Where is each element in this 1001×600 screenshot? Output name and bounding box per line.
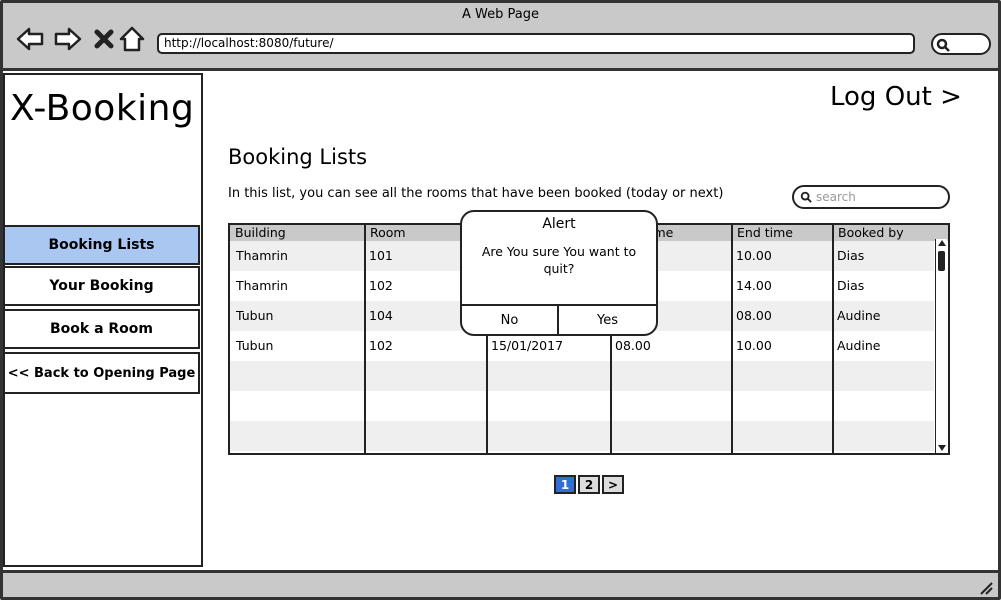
cell-room: 101 xyxy=(369,248,393,263)
cell-room: 102 xyxy=(369,278,393,293)
search-placeholder: search xyxy=(816,190,856,204)
alert-yes-button[interactable]: Yes xyxy=(559,304,656,334)
empty-table-row xyxy=(230,391,934,421)
cell-building: Thamrin xyxy=(236,278,288,293)
alert-dialog: Alert Are You sure You want to quit? No … xyxy=(460,210,658,336)
alert-title: Alert xyxy=(542,216,576,232)
search-input[interactable]: search xyxy=(792,185,950,209)
scroll-down-icon[interactable] xyxy=(937,444,947,452)
cell-end-time: 14.00 xyxy=(736,278,772,293)
alert-no-button[interactable]: No xyxy=(462,304,559,334)
cell-building: Tubun xyxy=(236,308,274,323)
page-description: In this list, you can see all the rooms … xyxy=(228,186,724,201)
column-divider xyxy=(832,225,834,453)
browser-titlebar: A Web Page http://localhost:8080/future/ xyxy=(3,3,998,71)
next-page-button[interactable]: > xyxy=(602,475,624,494)
resize-grip-icon[interactable] xyxy=(979,581,993,595)
forward-arrow-icon[interactable] xyxy=(53,25,83,53)
alert-message: Are You sure You want to quit? xyxy=(481,244,637,276)
sidebar-item-book-a-room[interactable]: Book a Room xyxy=(3,309,200,349)
column-header-room[interactable]: Room xyxy=(365,225,406,241)
sidebar-item-booking-lists[interactable]: Booking Lists xyxy=(3,225,200,265)
browser-search-field[interactable] xyxy=(931,33,991,55)
cell-booked-by: Dias xyxy=(837,278,865,293)
scroll-up-icon[interactable] xyxy=(937,239,947,247)
logout-link[interactable]: Log Out > xyxy=(830,82,962,112)
stop-icon[interactable] xyxy=(89,25,119,53)
column-divider xyxy=(731,225,733,453)
cell-building: Thamrin xyxy=(236,248,288,263)
search-icon xyxy=(936,38,950,52)
app-logo: X-Booking xyxy=(10,88,195,129)
cell-booked-by: Dias xyxy=(837,248,865,263)
cell-end-time: 10.00 xyxy=(736,248,772,263)
cell-end-time: 08.00 xyxy=(736,308,772,323)
page-1-button[interactable]: 1 xyxy=(554,475,576,494)
window-title: A Web Page xyxy=(462,7,539,22)
back-arrow-icon[interactable] xyxy=(15,25,45,53)
empty-table-row xyxy=(230,361,934,391)
empty-table-row xyxy=(230,421,934,451)
column-divider xyxy=(364,225,366,453)
column-header-end-time[interactable]: End time xyxy=(732,225,793,241)
page-2-button[interactable]: 2 xyxy=(578,475,600,494)
column-header-building[interactable]: Building xyxy=(230,225,286,241)
cell-room: 104 xyxy=(369,308,393,323)
scroll-thumb[interactable] xyxy=(938,251,945,271)
cell-building: Tubun xyxy=(236,338,274,353)
table-scrollbar[interactable] xyxy=(935,239,947,453)
url-bar[interactable]: http://localhost:8080/future/ xyxy=(157,33,915,54)
home-icon[interactable] xyxy=(117,25,147,53)
cell-booked-by: Audine xyxy=(837,338,881,353)
page-title: Booking Lists xyxy=(228,145,368,169)
column-header-booked-by[interactable]: Booked by xyxy=(833,225,904,241)
sidebar-item-back-to-opening-page[interactable]: << Back to Opening Page xyxy=(3,352,200,394)
cell-room: 102 xyxy=(369,338,393,353)
browser-statusbar xyxy=(3,570,998,597)
cell-booked-by: Audine xyxy=(837,308,881,323)
search-icon xyxy=(800,191,812,203)
cell-end-time: 10.00 xyxy=(736,338,772,353)
sidebar-item-your-booking[interactable]: Your Booking xyxy=(3,266,200,306)
